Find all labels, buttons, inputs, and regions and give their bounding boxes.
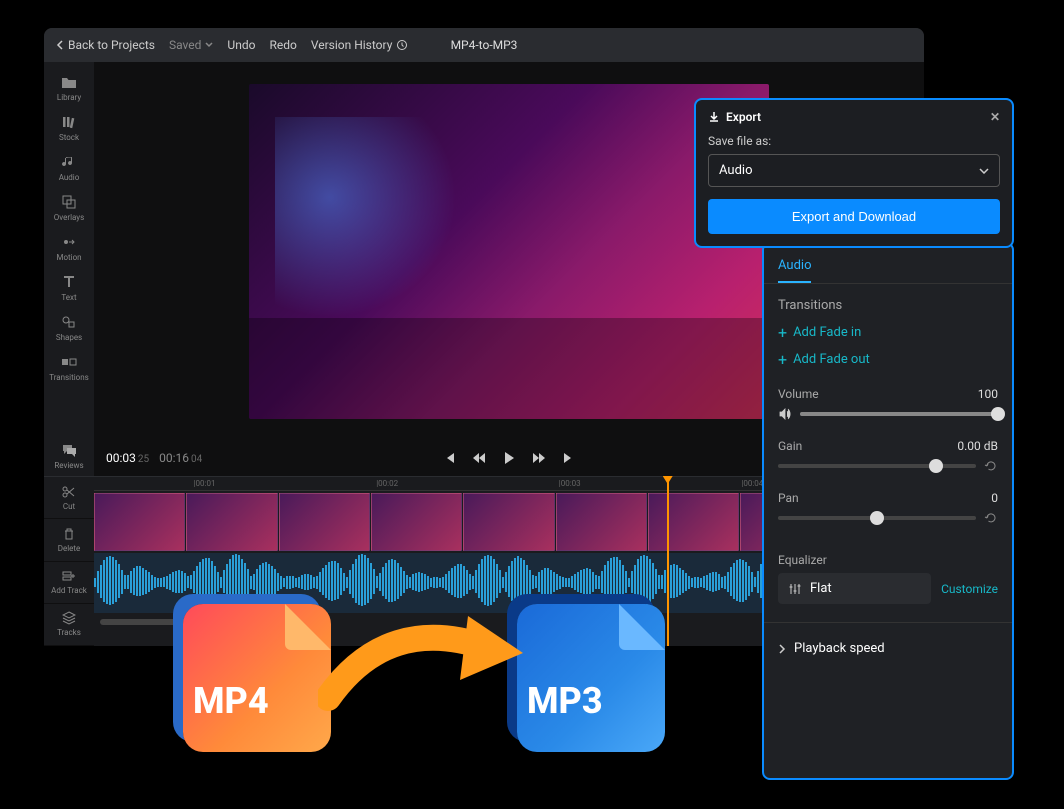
motion-icon <box>61 234 77 250</box>
add-track-button[interactable]: Add Track <box>44 562 94 604</box>
stock-icon <box>61 114 77 130</box>
trash-icon <box>62 527 76 541</box>
delete-button[interactable]: Delete <box>44 519 94 561</box>
sidebar-item-label: Reviews <box>54 461 83 470</box>
timecode: 00:0325 00:1604 <box>106 451 202 465</box>
ruler-tick: |00:01 <box>194 479 216 488</box>
sidebar-item-label: Text <box>61 293 76 302</box>
chevron-down-icon <box>979 168 989 174</box>
sidebar-item-label: Motion <box>56 253 81 262</box>
transitions-heading: Transitions <box>778 298 998 313</box>
add-fade-out-button[interactable]: +Add Fade out <box>778 350 998 369</box>
chevron-right-icon <box>778 644 786 654</box>
comment-icon <box>61 442 77 458</box>
save-status[interactable]: Saved <box>169 38 213 52</box>
add-track-icon <box>62 569 76 583</box>
music-note-icon <box>61 154 77 170</box>
overlays-icon <box>61 194 77 210</box>
version-history-button[interactable]: Version History <box>311 38 409 52</box>
playback-speed-toggle[interactable]: Playback speed <box>778 641 998 656</box>
sidebar-item-label: Shapes <box>56 333 82 342</box>
volume-label: Volume <box>778 387 819 401</box>
topbar: Back to Projects Saved Undo Redo Version… <box>44 28 924 62</box>
sidebar-item-label: Transitions <box>49 373 89 382</box>
sidebar-item-text[interactable]: Text <box>44 268 94 308</box>
skip-back-button[interactable] <box>442 451 456 465</box>
equalizer-label: Equalizer <box>778 553 827 567</box>
chevron-left-icon <box>56 40 64 50</box>
mp3-badge: MP3 <box>517 604 665 752</box>
customize-button[interactable]: Customize <box>941 582 998 596</box>
chevron-down-icon <box>205 42 213 48</box>
sidebar-item-shapes[interactable]: Shapes <box>44 308 94 348</box>
arrow-icon <box>318 598 538 718</box>
layers-icon <box>62 611 76 625</box>
rewind-button[interactable] <box>472 451 486 465</box>
volume-slider[interactable] <box>778 407 998 421</box>
play-button[interactable] <box>502 451 516 465</box>
transitions-icon <box>61 354 77 370</box>
gain-value: 0.00 dB <box>957 439 998 453</box>
forward-button[interactable] <box>532 451 546 465</box>
text-icon <box>61 274 77 290</box>
export-label: Save file as: <box>708 134 1000 148</box>
transport-controls <box>442 451 576 465</box>
gain-label: Gain <box>778 439 802 453</box>
skip-forward-button[interactable] <box>562 451 576 465</box>
export-panel: Export ✕ Save file as: Audio Export and … <box>694 98 1014 248</box>
export-title: Export <box>726 110 761 124</box>
sidebar-item-reviews[interactable]: Reviews <box>44 436 94 476</box>
cut-button[interactable]: Cut <box>44 477 94 519</box>
tracks-button[interactable]: Tracks <box>44 604 94 646</box>
volume-icon <box>778 407 792 421</box>
ruler-tick: |00:04 <box>741 479 763 488</box>
redo-button[interactable]: Redo <box>269 38 296 52</box>
back-label: Back to Projects <box>68 38 155 52</box>
tab-audio[interactable]: Audio <box>778 258 811 283</box>
gain-slider[interactable] <box>778 459 998 473</box>
tool-label: Cut <box>63 502 75 511</box>
timeline-tools: Cut Delete Add Track Tracks <box>44 477 94 646</box>
equalizer-icon <box>788 582 802 596</box>
ruler-tick: |00:03 <box>559 479 581 488</box>
history-icon <box>396 39 408 51</box>
audio-panel: Audio Transitions +Add Fade in +Add Fade… <box>762 242 1014 780</box>
sidebar-item-label: Audio <box>59 173 80 182</box>
reset-button[interactable] <box>984 511 998 525</box>
sidebar-item-label: Stock <box>59 133 79 142</box>
reset-button[interactable] <box>984 459 998 473</box>
sidebar-item-audio[interactable]: Audio <box>44 148 94 188</box>
export-format-select[interactable]: Audio <box>708 154 1000 187</box>
close-button[interactable]: ✕ <box>990 110 1000 124</box>
sidebar-item-overlays[interactable]: Overlays <box>44 188 94 228</box>
pan-slider[interactable] <box>778 511 998 525</box>
add-fade-in-button[interactable]: +Add Fade in <box>778 323 998 342</box>
shapes-icon <box>61 314 77 330</box>
video-preview[interactable] <box>249 84 769 419</box>
scissors-icon <box>62 485 76 499</box>
undo-button[interactable]: Undo <box>227 38 255 52</box>
export-download-button[interactable]: Export and Download <box>708 199 1000 234</box>
tool-label: Tracks <box>57 628 81 637</box>
back-to-projects-button[interactable]: Back to Projects <box>56 38 155 52</box>
sidebar-item-transitions[interactable]: Transitions <box>44 348 94 388</box>
sidebar-item-stock[interactable]: Stock <box>44 108 94 148</box>
sidebar-item-label: Library <box>57 93 81 102</box>
sidebar-item-library[interactable]: Library <box>44 68 94 108</box>
sidebar-item-motion[interactable]: Motion <box>44 228 94 268</box>
sidebar-item-label: Overlays <box>54 213 84 222</box>
equalizer-preset-select[interactable]: Flat <box>778 573 931 604</box>
download-icon <box>708 111 720 123</box>
project-title: MP4-to-MP3 <box>451 38 518 52</box>
folder-icon <box>61 74 77 90</box>
mp4-badge: MP4 <box>183 604 331 752</box>
playhead[interactable] <box>667 477 669 646</box>
pan-label: Pan <box>778 491 799 505</box>
ruler-tick: |00:02 <box>376 479 398 488</box>
sidebar: Library Stock Audio Overlays Motion Text <box>44 62 94 476</box>
pan-value: 0 <box>991 491 998 505</box>
tool-label: Add Track <box>51 586 87 595</box>
tool-label: Delete <box>58 544 81 553</box>
volume-value: 100 <box>978 387 998 401</box>
